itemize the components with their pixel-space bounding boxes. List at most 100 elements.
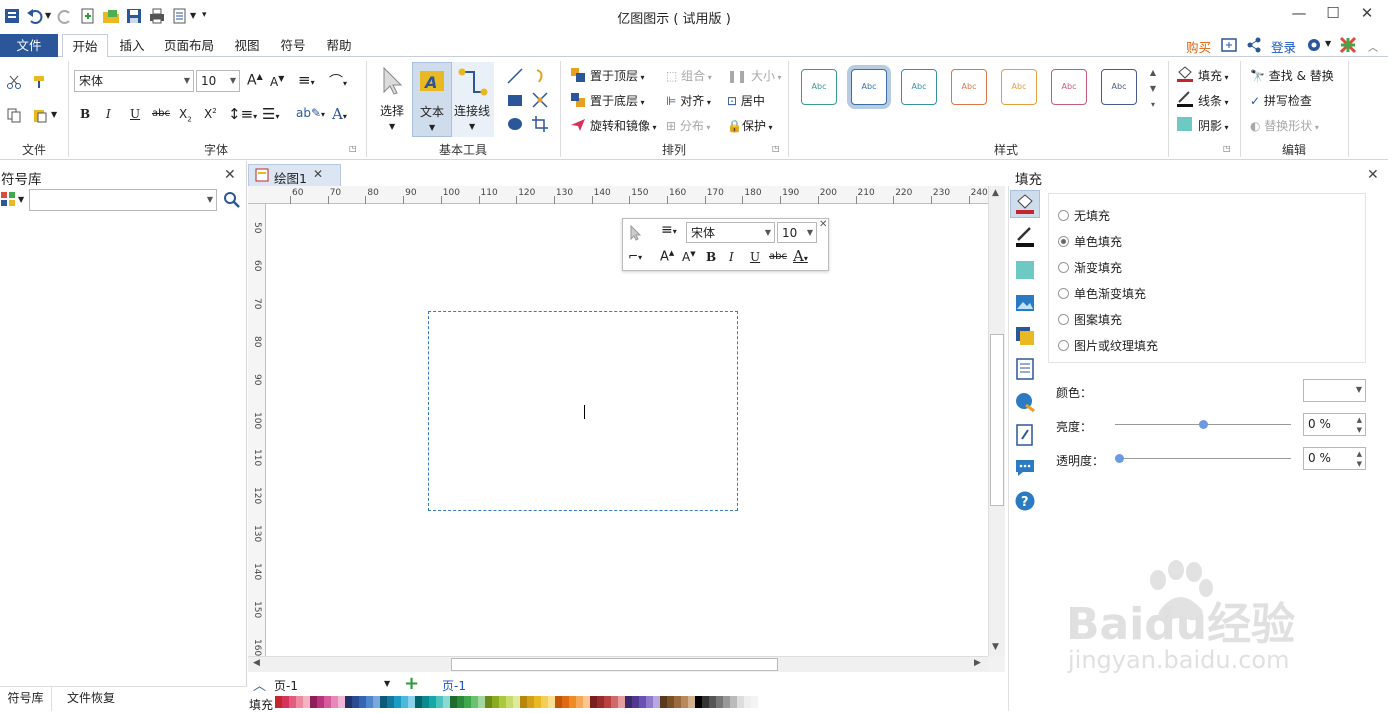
group-button[interactable]: ⬚ 组合 ▾	[666, 67, 712, 84]
copy-icon[interactable]	[6, 107, 22, 123]
font-color-icon[interactable]: A▾	[332, 105, 347, 123]
palette-swatch[interactable]	[366, 696, 373, 708]
palette-swatch[interactable]	[282, 696, 289, 708]
palette-swatch[interactable]	[359, 696, 366, 708]
align-text-icon[interactable]: ≡▾	[661, 222, 677, 238]
close-icon[interactable]: ✕	[224, 167, 236, 183]
style-preset[interactable]: Abc	[1051, 69, 1087, 105]
palette-swatch[interactable]	[695, 696, 702, 708]
font-size-select[interactable]: 10 ▼	[196, 70, 240, 92]
style-preset[interactable]: Abc	[951, 69, 987, 105]
palette-swatch[interactable]	[674, 696, 681, 708]
replace-shape-button[interactable]: ◐ 替换形状 ▾	[1250, 117, 1319, 134]
horizontal-scrollbar[interactable]: ◀ ▶	[248, 656, 988, 672]
page-list-icon[interactable]	[1014, 358, 1036, 380]
fill-option[interactable]: 图片或纹理填充	[1058, 337, 1158, 354]
palette-swatch[interactable]	[555, 696, 562, 708]
transparency-slider-knob[interactable]	[1115, 454, 1124, 463]
line-spacing-icon[interactable]: ↕≡▾	[228, 105, 257, 123]
palette-swatch[interactable]	[737, 696, 744, 708]
text-shape-icon[interactable]: ⌒▾	[329, 71, 347, 91]
palette-swatch[interactable]	[289, 696, 296, 708]
distribute-button[interactable]: ⊞ 分布 ▾	[666, 117, 710, 134]
tab-home[interactable]: 开始	[62, 34, 108, 58]
doc-tab[interactable]: 绘图1 ✕	[248, 164, 341, 186]
image-icon[interactable]	[1014, 292, 1036, 314]
close-window-button[interactable]: ✕	[1352, 4, 1382, 26]
palette-swatch[interactable]	[744, 696, 751, 708]
palette-swatch[interactable]	[548, 696, 555, 708]
palette-swatch[interactable]	[324, 696, 331, 708]
palette-swatch[interactable]	[373, 696, 380, 708]
spinner-icon[interactable]: ▲ ▼	[1357, 415, 1362, 435]
palette-swatch[interactable]	[513, 696, 520, 708]
login-link[interactable]: 登录	[1271, 37, 1296, 56]
palette-swatch[interactable]	[338, 696, 345, 708]
tab-view[interactable]: 视图	[228, 34, 266, 58]
tab-file[interactable]: 文件	[0, 34, 58, 57]
font-name-select[interactable]: 宋体 ▼	[74, 70, 194, 92]
palette-swatch[interactable]	[394, 696, 401, 708]
palette-swatch[interactable]	[352, 696, 359, 708]
shrink-font-icon[interactable]: A▼	[682, 250, 696, 264]
buy-link[interactable]: 购买	[1186, 37, 1211, 56]
help-icon[interactable]: ?	[1014, 490, 1036, 512]
arrange-dialog-launcher-icon[interactable]: ◳	[772, 144, 780, 153]
palette-swatch[interactable]	[345, 696, 352, 708]
palette-swatch[interactable]	[317, 696, 324, 708]
palette-swatch[interactable]	[709, 696, 716, 708]
palette-swatch[interactable]	[457, 696, 464, 708]
scroll-thumb[interactable]	[451, 658, 778, 671]
palette-swatch[interactable]	[653, 696, 660, 708]
mini-font-select[interactable]: 宋体 ▼	[686, 222, 775, 243]
search-icon[interactable]	[223, 191, 240, 208]
gear-icon[interactable]	[1305, 36, 1323, 54]
style-preset[interactable]: Abc	[1001, 69, 1037, 105]
palette-swatch[interactable]	[331, 696, 338, 708]
symbol-search-input[interactable]: ▼	[29, 189, 217, 211]
close-icon[interactable]: ✕	[819, 219, 827, 230]
tab-file-recovery[interactable]: 文件恢复	[54, 687, 128, 711]
palette-swatch[interactable]	[625, 696, 632, 708]
send-to-back-button[interactable]: 置于底层 ▾	[590, 92, 645, 109]
palette-swatch[interactable]	[436, 696, 443, 708]
palette-swatch[interactable]	[758, 696, 765, 708]
fill-option[interactable]: 单色填充	[1058, 233, 1122, 250]
transparency-input[interactable]: 0 % ▲ ▼	[1303, 447, 1366, 470]
strikethrough-icon[interactable]: abc	[769, 251, 787, 262]
cut-icon[interactable]	[6, 74, 22, 90]
palette-swatch[interactable]	[422, 696, 429, 708]
maximize-button[interactable]: ☐	[1318, 4, 1348, 26]
share-icon[interactable]	[1245, 36, 1263, 54]
palette-swatch[interactable]	[632, 696, 639, 708]
palette-swatch[interactable]	[464, 696, 471, 708]
find-replace-button[interactable]: 🔭 查找 & 替换	[1250, 67, 1334, 84]
vertical-scrollbar[interactable]: ▲ ▼	[988, 186, 1005, 656]
hyperlink-icon[interactable]	[1014, 391, 1036, 413]
scroll-left-icon[interactable]: ◀	[253, 658, 260, 668]
apps-icon[interactable]	[1339, 36, 1357, 54]
styles-dialog-launcher-icon[interactable]: ◳	[1223, 144, 1231, 153]
palette-swatch[interactable]	[506, 696, 513, 708]
radio-button[interactable]	[1058, 340, 1069, 351]
connector-tool-button[interactable]: 连接线 ▼	[452, 62, 494, 137]
subscript-icon[interactable]: X2	[179, 107, 192, 123]
palette-swatch[interactable]	[408, 696, 415, 708]
account-icon[interactable]	[1220, 36, 1238, 54]
palette-swatch[interactable]	[415, 696, 422, 708]
palette-swatch[interactable]	[604, 696, 611, 708]
fill-bucket-icon[interactable]	[1014, 193, 1036, 215]
palette-swatch[interactable]	[716, 696, 723, 708]
minimize-button[interactable]: —	[1284, 4, 1314, 26]
center-button[interactable]: ⊡ 居中	[727, 92, 765, 109]
gallery-scroll[interactable]: ▲ ▼ ▾	[1146, 65, 1160, 119]
palette-swatch[interactable]	[681, 696, 688, 708]
bold-icon[interactable]: B	[80, 107, 90, 121]
palette-swatch[interactable]	[702, 696, 709, 708]
bring-to-front-button[interactable]: 置于顶层 ▾	[590, 67, 645, 84]
palette-swatch[interactable]	[667, 696, 674, 708]
transparency-slider-track[interactable]	[1115, 458, 1291, 459]
palette-swatch[interactable]	[429, 696, 436, 708]
palette-swatch[interactable]	[569, 696, 576, 708]
palette-swatch[interactable]	[443, 696, 450, 708]
